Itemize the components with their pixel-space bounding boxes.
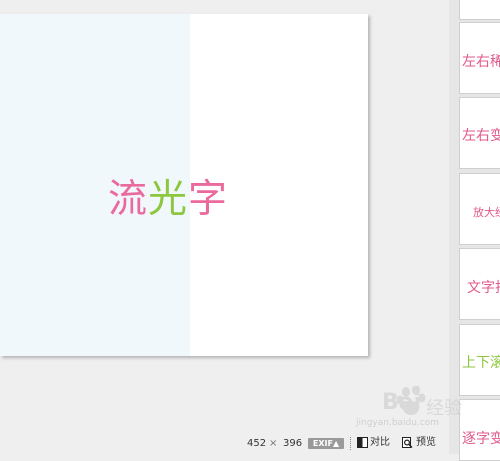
image-width: 452 bbox=[247, 438, 267, 449]
thumbnail-item[interactable]: 文字抖 bbox=[459, 248, 500, 320]
thumbnail-item[interactable]: 左右稀 bbox=[459, 22, 500, 94]
char-1: 流 bbox=[108, 177, 149, 222]
exif-button[interactable]: EXIF▲ bbox=[308, 438, 344, 449]
thumbnail-item[interactable] bbox=[459, 0, 500, 20]
preview-button[interactable]: 预览 bbox=[402, 435, 442, 451]
compare-label: 对比 bbox=[370, 437, 390, 448]
watermark-brand: Bai bbox=[382, 390, 422, 415]
image-canvas[interactable]: 流光字 bbox=[0, 14, 368, 356]
thumbnail-label: 上下滚 bbox=[462, 355, 500, 371]
preview-icon bbox=[402, 437, 413, 448]
canvas-text: 流光字 bbox=[108, 178, 228, 222]
compare-button[interactable]: 对比 bbox=[356, 435, 396, 451]
thumbnail-label: 左右变 bbox=[462, 128, 500, 144]
preview-label: 预览 bbox=[416, 437, 436, 448]
thumbnail-label: 文字抖 bbox=[467, 280, 500, 296]
thumbnail-label: 放大经 bbox=[473, 206, 500, 219]
compare-icon bbox=[357, 437, 368, 448]
thumbnail-item[interactable]: 放大经 bbox=[459, 173, 500, 245]
thumbnail-label: 逐字变 bbox=[462, 431, 500, 447]
char-2: 光 bbox=[148, 177, 189, 222]
dimension-separator: × bbox=[269, 438, 278, 449]
thumbnail-item[interactable]: 左右变 bbox=[459, 97, 500, 169]
status-divider bbox=[350, 437, 352, 450]
thumbnail-label: 左右稀 bbox=[462, 54, 500, 70]
watermark-suffix: 经验 bbox=[426, 398, 462, 419]
image-height: 396 bbox=[283, 438, 303, 449]
watermark-url: jingyan.baidu.com bbox=[356, 418, 440, 428]
char-3: 字 bbox=[188, 177, 229, 222]
